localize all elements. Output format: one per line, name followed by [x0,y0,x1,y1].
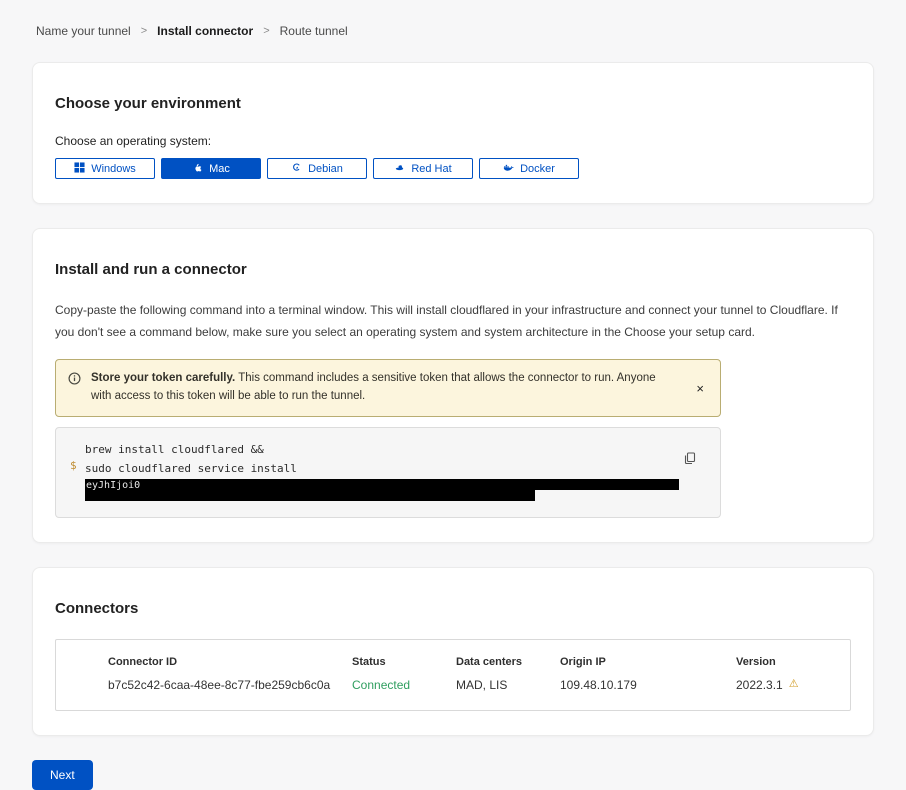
command-line-1: brew install cloudflared && [85,440,690,459]
column-header-status: Status [352,656,456,668]
redaction-bar: eyJhIjoi0 [85,479,679,490]
data-centers-cell: MAD, LIS [456,678,560,692]
connector-id-cell: b7c52c42-6caa-48ee-8c77-fbe259cb6c0a [108,678,352,692]
os-select-label: Choose an operating system: [55,134,851,148]
breadcrumb: Name your tunnel > Install connector > R… [0,0,906,62]
debian-icon [291,162,302,176]
table-row: b7c52c42-6caa-48ee-8c77-fbe259cb6c0a Con… [108,678,834,692]
environment-card-title: Choose your environment [55,95,851,112]
column-header-connector-id: Connector ID [108,656,352,668]
copy-command-button[interactable] [681,450,698,467]
breadcrumb-separator: > [263,25,269,37]
os-button-label: Docker [520,163,555,175]
breadcrumb-step-name-your-tunnel[interactable]: Name your tunnel [36,24,131,38]
origin-ip-cell: 109.48.10.179 [560,678,736,692]
warning-icon: ⚠ [789,679,799,690]
redhat-icon [394,162,405,176]
footer: Next [32,760,874,790]
install-instructions: Copy-paste the following command into a … [55,300,851,343]
docker-icon [503,162,514,176]
os-button-label: Mac [209,163,230,175]
column-header-version: Version [736,656,834,668]
connectors-table: Connector ID Status Data centers Origin … [55,639,851,711]
version-cell: 2022.3.1 ⚠ [736,678,834,692]
connectors-card-title: Connectors [55,600,851,617]
os-button-docker[interactable]: Docker [479,158,579,179]
breadcrumb-step-install-connector[interactable]: Install connector [157,24,253,38]
redacted-token: eyJhIjoi0 [85,479,690,501]
table-header-row: Connector ID Status Data centers Origin … [108,656,834,668]
redaction-bar [85,490,535,501]
os-button-mac[interactable]: Mac [161,158,261,179]
token-warning-banner: Store your token carefully. This command… [55,359,721,417]
token-prefix: eyJhIjoi0 [85,480,140,491]
os-button-windows[interactable]: Windows [55,158,155,179]
os-button-row: Windows Mac Debian Red Hat Docker [55,158,851,179]
version-value: 2022.3.1 [736,678,783,692]
column-header-origin-ip: Origin IP [560,656,736,668]
os-button-label: Debian [308,163,343,175]
info-icon [68,372,81,385]
token-warning-lead: Store your token carefully. [91,372,235,384]
shell-prompt: $ [70,440,77,501]
breadcrumb-separator: > [141,25,147,37]
windows-icon [74,162,85,176]
install-card-title: Install and run a connector [55,261,851,278]
install-connector-card: Install and run a connector Copy-paste t… [32,228,874,543]
status-badge: Connected [352,678,456,692]
install-command-block: $ brew install cloudflared && sudo cloud… [55,427,721,518]
environment-card: Choose your environment Choose an operat… [32,62,874,204]
command-line-2: sudo cloudflared service install [85,459,690,478]
os-button-debian[interactable]: Debian [267,158,367,179]
column-header-data-centers: Data centers [456,656,560,668]
connectors-card: Connectors Connector ID Status Data cent… [32,567,874,736]
os-button-label: Windows [91,163,136,175]
close-icon[interactable]: × [692,380,708,397]
os-button-label: Red Hat [411,163,451,175]
copy-icon [683,452,696,465]
token-warning-text: Store your token carefully. This command… [91,370,676,406]
apple-icon [192,162,203,176]
breadcrumb-step-route-tunnel[interactable]: Route tunnel [280,24,348,38]
os-button-redhat[interactable]: Red Hat [373,158,473,179]
next-button[interactable]: Next [32,760,93,790]
